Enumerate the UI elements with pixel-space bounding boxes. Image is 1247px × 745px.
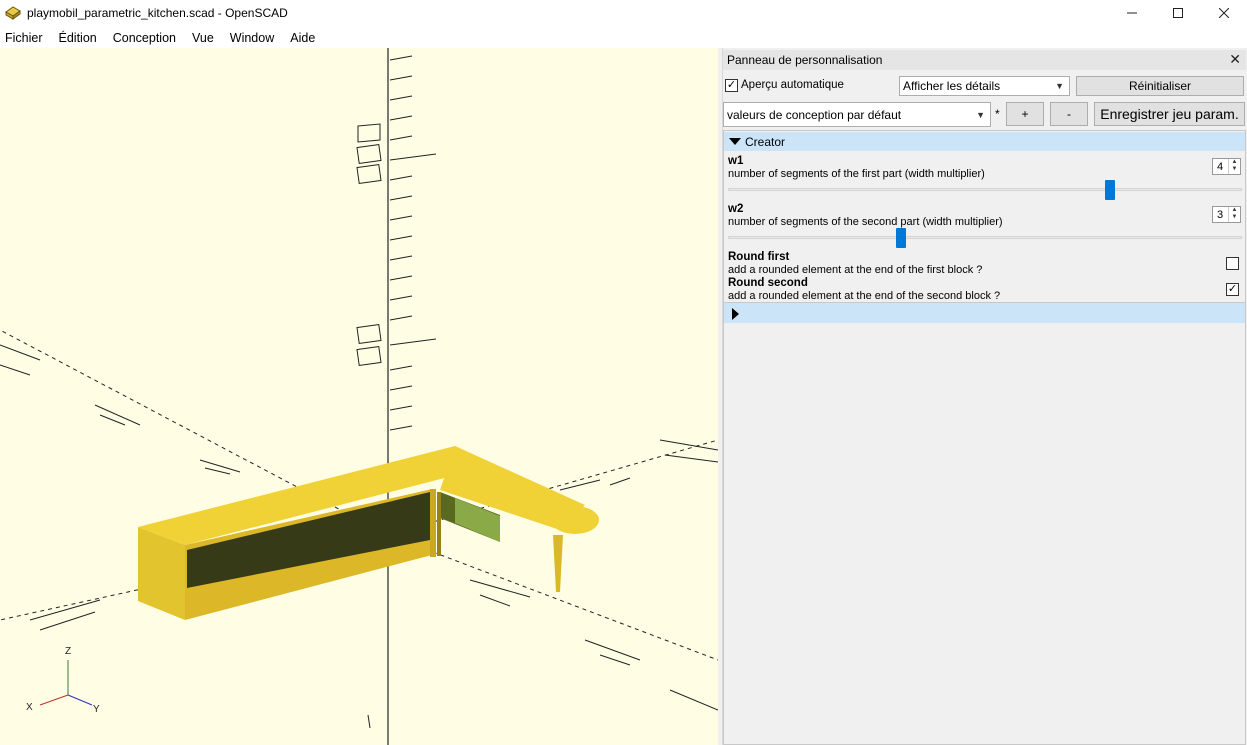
round-first-checkbox[interactable] [1226, 257, 1239, 270]
openscad-app-icon [5, 5, 21, 20]
auto-preview-checkbox[interactable]: ✓ [725, 79, 738, 92]
preset-select[interactable]: valeurs de conception par défaut ▼ [723, 102, 991, 127]
spin-arrows-icon[interactable]: ▲ ▼ [1228, 207, 1240, 222]
panel-header: Panneau de personnalisation ✕ [723, 50, 1246, 70]
panel-title: Panneau de personnalisation [727, 53, 883, 67]
save-preset-button[interactable]: Enregistrer jeu param. [1094, 102, 1245, 126]
triangle-down-icon [729, 138, 741, 145]
param-round-first-description: add a rounded element at the end of the … [728, 264, 983, 276]
param-round-second-description: add a rounded element at the end of the … [728, 290, 1001, 302]
param-w1-spinbox[interactable]: 4 ▲ ▼ [1212, 158, 1241, 175]
param-w2-slider-track[interactable] [728, 236, 1242, 239]
maximize-button[interactable] [1155, 0, 1201, 25]
maximize-icon [1173, 7, 1183, 18]
3d-viewport[interactable]: Z X Y [0, 48, 718, 745]
param-w2-description: number of segments of the second part (w… [728, 216, 1003, 228]
details-select-value: Afficher les détails [903, 79, 1001, 93]
triangle-right-icon [732, 308, 739, 320]
creator-group-title: Creator [745, 134, 786, 149]
param-w2-spinbox[interactable]: 3 ▲ ▼ [1212, 206, 1241, 223]
param-w1-slider-track[interactable] [728, 188, 1242, 191]
svg-text:X: X [26, 702, 33, 713]
chevron-down-icon: ▼ [976, 109, 985, 120]
svg-text:Y: Y [93, 704, 100, 715]
axis-gizmo: Z X Y [26, 646, 100, 715]
chevron-down-icon: ▼ [1055, 81, 1064, 91]
window-title: playmobil_parametric_kitchen.scad - Open… [27, 5, 288, 20]
preset-select-value: valeurs de conception par défaut [727, 107, 902, 122]
modified-marker: * [995, 107, 1000, 121]
kitchen-model[interactable] [138, 446, 599, 620]
round-second-checkbox[interactable]: ✓ [1226, 283, 1239, 296]
param-w2-value: 3 [1217, 208, 1224, 221]
param-round-second-name: Round second [728, 277, 808, 289]
auto-preview-label: Aperçu automatique [741, 79, 844, 91]
svg-text:Z: Z [65, 646, 71, 657]
spin-arrows-icon[interactable]: ▲ ▼ [1228, 159, 1240, 174]
menu-window[interactable]: Window [225, 31, 282, 45]
menu-conception[interactable]: Conception [108, 31, 184, 45]
param-w1-name: w1 [728, 155, 744, 167]
creator-group-header[interactable]: Creator [724, 132, 1245, 151]
close-window-button[interactable] [1201, 0, 1247, 25]
viewport-canvas[interactable]: Z X Y [0, 48, 718, 745]
details-select[interactable]: Afficher les détails ▼ [899, 76, 1070, 96]
title-bar: playmobil_parametric_kitchen.scad - Open… [0, 0, 1247, 25]
param-w2-name: w2 [728, 203, 744, 215]
menu-fichier[interactable]: Fichier [0, 31, 51, 45]
panel-close-icon[interactable]: ✕ [1229, 51, 1241, 68]
param-w2-slider-thumb[interactable] [896, 228, 906, 248]
param-w1-description: number of segments of the first part (wi… [728, 168, 985, 180]
minimize-button[interactable] [1109, 0, 1155, 25]
remove-preset-button[interactable]: - [1050, 102, 1088, 126]
add-preset-button[interactable]: + [1006, 102, 1044, 126]
reset-button[interactable]: Réinitialiser [1076, 76, 1244, 96]
close-icon [1219, 7, 1229, 18]
menu-bar: Fichier Édition Conception Vue Window Ai… [0, 27, 1247, 48]
customizer-panel: Panneau de personnalisation ✕ ✓ Aperçu a… [722, 48, 1247, 745]
menu-edition[interactable]: Édition [54, 31, 105, 45]
param-w1-slider-thumb[interactable] [1105, 180, 1115, 200]
menu-aide[interactable]: Aide [285, 31, 323, 45]
param-w1-value: 4 [1217, 160, 1224, 173]
minimize-icon [1127, 12, 1137, 13]
menu-vue[interactable]: Vue [187, 31, 222, 45]
creator-group: Creator w1 number of segments of the fir… [723, 130, 1246, 745]
param-round-first-name: Round first [728, 251, 790, 263]
collapsed-group-header[interactable] [724, 302, 1245, 323]
